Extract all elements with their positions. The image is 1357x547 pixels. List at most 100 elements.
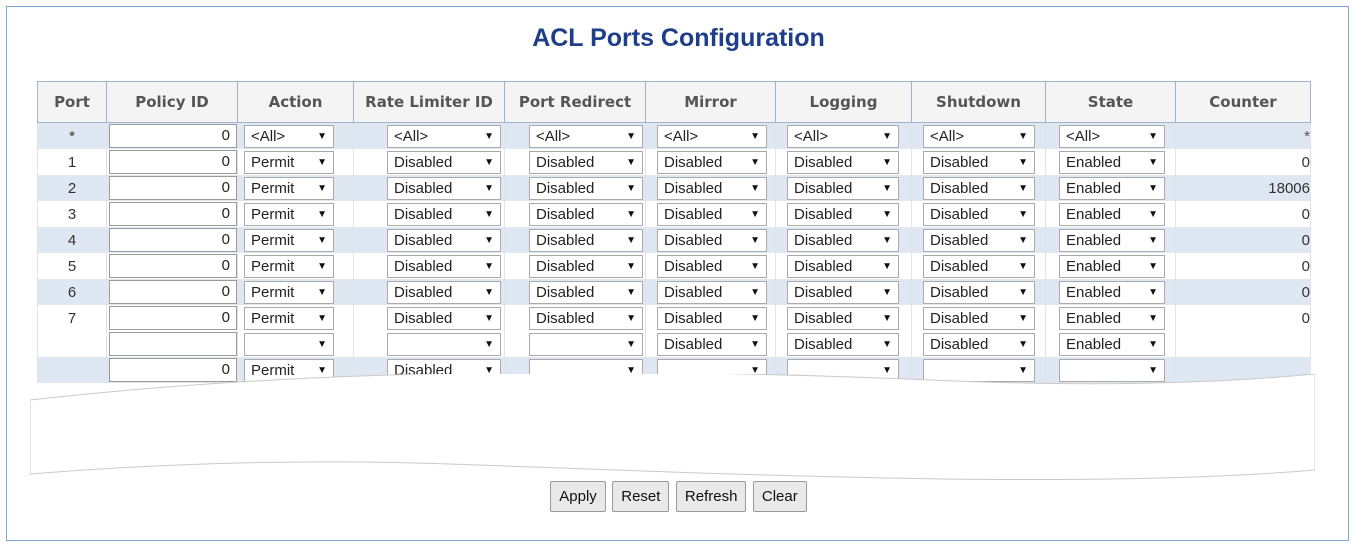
mirror-select[interactable]: Disabled ▼ bbox=[657, 202, 767, 226]
port-redirect-select[interactable]: Disabled ▼ bbox=[529, 280, 643, 304]
policy-id-cell: 0 bbox=[106, 122, 238, 149]
action-select[interactable]: Permit ▼ bbox=[244, 254, 334, 278]
shutdown-select[interactable]: ▼ bbox=[923, 358, 1035, 382]
shutdown-select[interactable]: Disabled ▼ bbox=[923, 150, 1035, 174]
port-redirect-select[interactable]: <All> ▼ bbox=[529, 124, 643, 148]
state-select[interactable]: Enabled ▼ bbox=[1059, 332, 1165, 356]
logging-cell: Disabled ▼ bbox=[775, 175, 912, 201]
reset-button[interactable]: Reset bbox=[612, 481, 670, 512]
port-redirect-select[interactable]: Disabled ▼ bbox=[529, 202, 643, 226]
shutdown-select[interactable]: Disabled ▼ bbox=[923, 228, 1035, 252]
rate-limiter-select[interactable]: Disabled ▼ bbox=[387, 202, 501, 226]
state-select[interactable]: Enabled ▼ bbox=[1059, 202, 1165, 226]
port-redirect-select[interactable]: Disabled ▼ bbox=[529, 150, 643, 174]
mirror-select[interactable]: Disabled ▼ bbox=[657, 280, 767, 304]
mirror-select[interactable]: <All> ▼ bbox=[657, 124, 767, 148]
logging-select[interactable]: Disabled ▼ bbox=[787, 254, 899, 278]
policy-id-input[interactable]: 0 bbox=[109, 176, 237, 200]
state-select[interactable]: Enabled ▼ bbox=[1059, 306, 1165, 330]
policy-id-input[interactable]: 0 bbox=[109, 358, 237, 382]
state-select[interactable]: <All> ▼ bbox=[1059, 124, 1165, 148]
action-select[interactable]: Permit ▼ bbox=[244, 358, 334, 382]
logging-select[interactable]: Disabled ▼ bbox=[787, 306, 899, 330]
rate-limiter-select[interactable]: ▼ bbox=[387, 332, 501, 356]
mirror-select[interactable]: Disabled ▼ bbox=[657, 228, 767, 252]
shutdown-select[interactable]: Disabled ▼ bbox=[923, 254, 1035, 278]
action-select[interactable]: Permit ▼ bbox=[244, 280, 334, 304]
logging-select[interactable]: Disabled ▼ bbox=[787, 280, 899, 304]
action-select[interactable]: Permit ▼ bbox=[244, 176, 334, 200]
mirror-select[interactable]: Disabled ▼ bbox=[657, 150, 767, 174]
state-select[interactable]: Enabled ▼ bbox=[1059, 280, 1165, 304]
logging-select[interactable]: ▼ bbox=[787, 358, 899, 382]
policy-id-input[interactable]: 0 bbox=[109, 150, 237, 174]
action-select[interactable]: Permit ▼ bbox=[244, 306, 334, 330]
port-redirect-select[interactable]: ▼ bbox=[529, 358, 643, 382]
mirror-select[interactable]: Disabled ▼ bbox=[657, 176, 767, 200]
state-select[interactable]: Enabled ▼ bbox=[1059, 176, 1165, 200]
action-select[interactable]: ▼ bbox=[244, 332, 334, 356]
select-value: Enabled bbox=[1066, 205, 1122, 223]
rate-limiter-select[interactable]: Disabled ▼ bbox=[387, 254, 501, 278]
shutdown-select[interactable]: Disabled ▼ bbox=[923, 176, 1035, 200]
apply-button[interactable]: Apply bbox=[550, 481, 606, 512]
select-value: Disabled bbox=[394, 257, 453, 275]
port-redirect-select[interactable]: Disabled ▼ bbox=[529, 306, 643, 330]
select-value: Disabled bbox=[930, 335, 989, 353]
state-cell: Enabled ▼ bbox=[1045, 305, 1176, 331]
policy-id-input[interactable]: 0 bbox=[109, 202, 237, 226]
port-redirect-select[interactable]: ▼ bbox=[529, 332, 643, 356]
refresh-button[interactable]: Refresh bbox=[675, 481, 747, 512]
rate-limiter-select[interactable]: Disabled ▼ bbox=[387, 280, 501, 304]
shutdown-select[interactable]: <All> ▼ bbox=[923, 124, 1035, 148]
select-value: Enabled bbox=[1066, 335, 1122, 353]
rate-limiter-select[interactable]: Disabled ▼ bbox=[387, 228, 501, 252]
port-redirect-select[interactable]: Disabled ▼ bbox=[529, 228, 643, 252]
logging-select[interactable]: Disabled ▼ bbox=[787, 150, 899, 174]
policy-id-input[interactable]: 0 bbox=[109, 280, 237, 304]
mirror-select[interactable]: ▼ bbox=[657, 358, 767, 382]
clear-button[interactable]: Clear bbox=[752, 481, 807, 512]
shutdown-select[interactable]: Disabled ▼ bbox=[923, 280, 1035, 304]
dropdown-arrow-icon: ▼ bbox=[484, 182, 494, 194]
logging-select[interactable]: Disabled ▼ bbox=[787, 202, 899, 226]
action-select[interactable]: Permit ▼ bbox=[244, 202, 334, 226]
rate-limiter-select[interactable]: Disabled ▼ bbox=[387, 150, 501, 174]
policy-id-input[interactable]: 0 bbox=[109, 228, 237, 252]
dropdown-arrow-icon: ▼ bbox=[1018, 156, 1028, 168]
state-select[interactable]: Enabled ▼ bbox=[1059, 228, 1165, 252]
action-select[interactable]: <All> ▼ bbox=[244, 124, 334, 148]
state-select[interactable]: Enabled ▼ bbox=[1059, 254, 1165, 278]
dropdown-arrow-icon: ▼ bbox=[882, 260, 892, 272]
state-select[interactable]: ▼ bbox=[1059, 358, 1165, 382]
logging-select[interactable]: Disabled ▼ bbox=[787, 228, 899, 252]
rate-limiter-select[interactable]: Disabled ▼ bbox=[387, 176, 501, 200]
policy-id-input[interactable]: 0 bbox=[109, 124, 237, 148]
dropdown-arrow-icon: ▼ bbox=[484, 338, 494, 350]
action-cell: Permit ▼ bbox=[237, 357, 354, 383]
mirror-select[interactable]: Disabled ▼ bbox=[657, 332, 767, 356]
dropdown-arrow-icon: ▼ bbox=[317, 182, 327, 194]
shutdown-select[interactable]: Disabled ▼ bbox=[923, 202, 1035, 226]
logging-select[interactable]: Disabled ▼ bbox=[787, 332, 899, 356]
logging-select[interactable]: Disabled ▼ bbox=[787, 176, 899, 200]
port-redirect-select[interactable]: Disabled ▼ bbox=[529, 176, 643, 200]
select-value: Permit bbox=[251, 179, 295, 197]
state-select[interactable]: Enabled ▼ bbox=[1059, 150, 1165, 174]
mirror-select[interactable]: Disabled ▼ bbox=[657, 254, 767, 278]
rate-limiter-select[interactable]: Disabled ▼ bbox=[387, 358, 501, 382]
shutdown-select[interactable]: Disabled ▼ bbox=[923, 306, 1035, 330]
port-redirect-select[interactable]: Disabled ▼ bbox=[529, 254, 643, 278]
rate-limiter-select[interactable]: <All> ▼ bbox=[387, 124, 501, 148]
shutdown-select[interactable]: Disabled ▼ bbox=[923, 332, 1035, 356]
port-cell: 4 bbox=[37, 227, 107, 253]
action-select[interactable]: Permit ▼ bbox=[244, 228, 334, 252]
policy-id-input[interactable]: 0 bbox=[109, 254, 237, 278]
logging-select[interactable]: <All> ▼ bbox=[787, 124, 899, 148]
rate-limiter-select[interactable]: Disabled ▼ bbox=[387, 306, 501, 330]
policy-id-input[interactable]: 0 bbox=[109, 306, 237, 330]
policy-id-input[interactable] bbox=[109, 332, 237, 356]
action-select[interactable]: Permit ▼ bbox=[244, 150, 334, 174]
select-value: <All> bbox=[394, 127, 429, 145]
mirror-select[interactable]: Disabled ▼ bbox=[657, 306, 767, 330]
